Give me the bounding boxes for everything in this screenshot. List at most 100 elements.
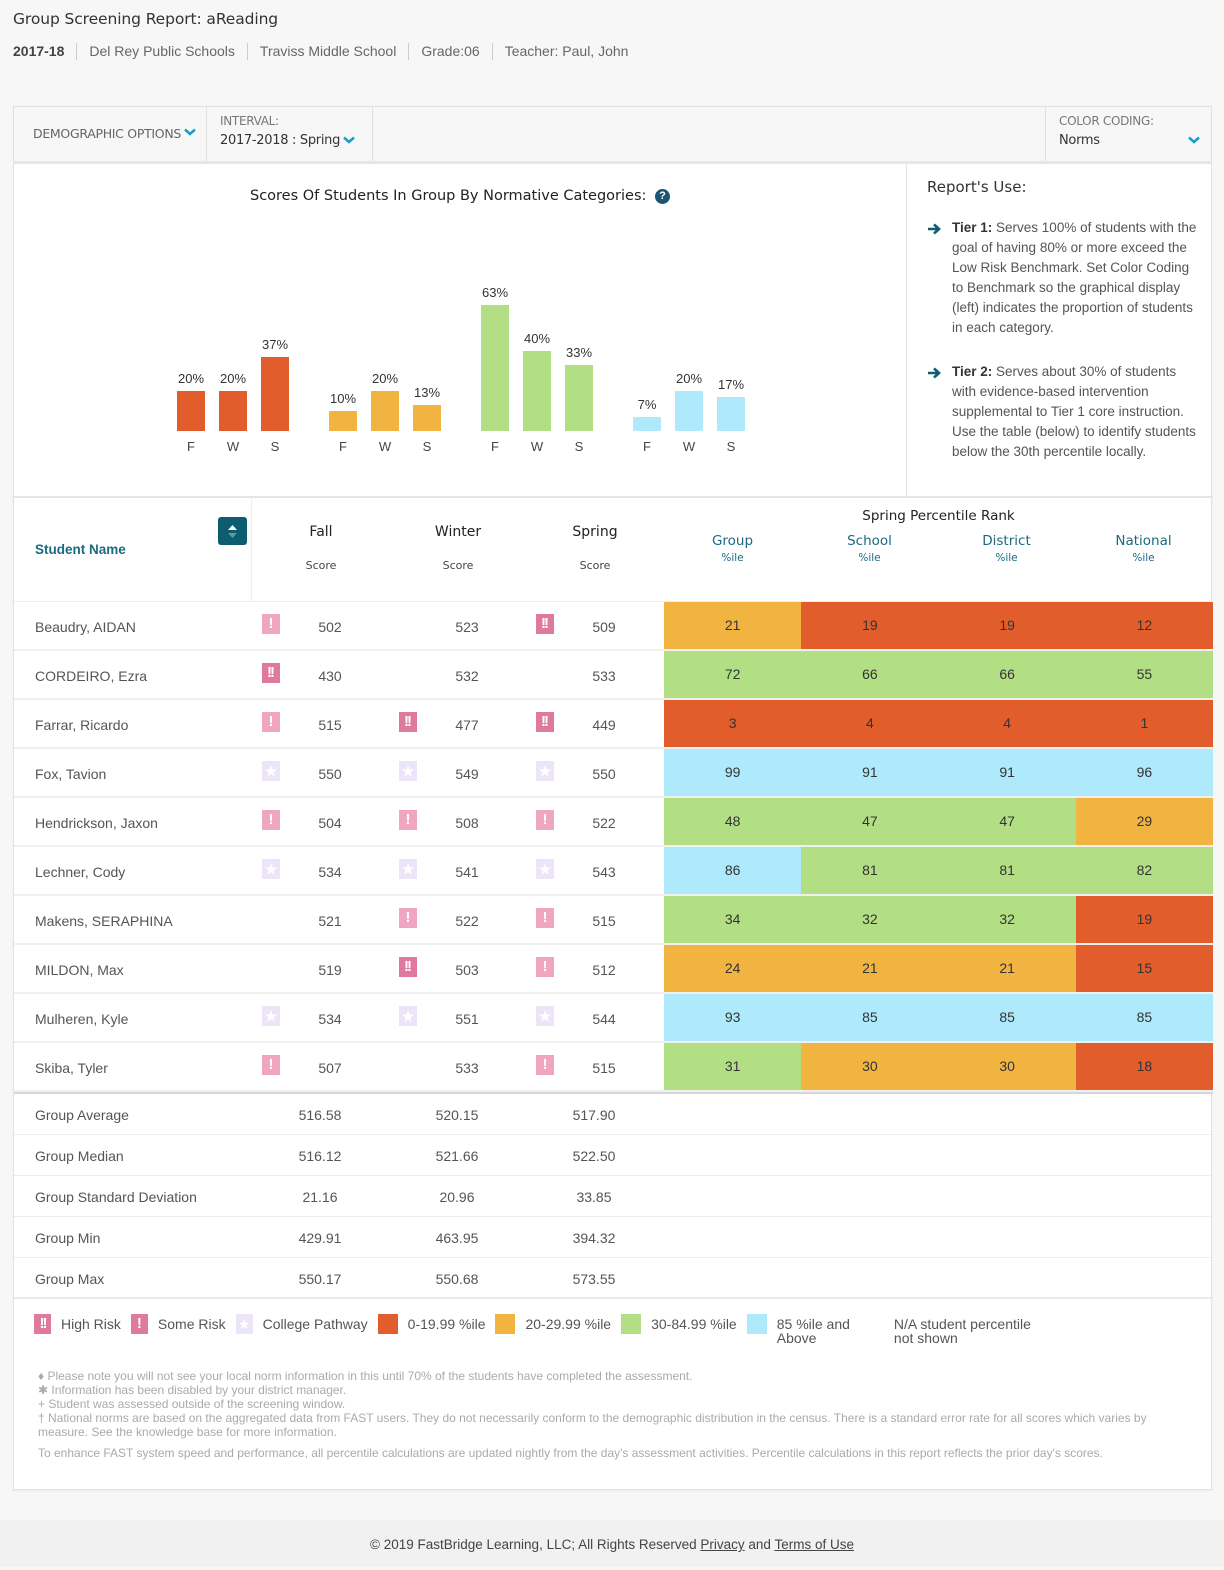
- national-pct-header: National: [1115, 533, 1172, 549]
- table-row[interactable]: Skiba, Tyler!! 507 533 515 31 30 30 18: [14, 1043, 1213, 1092]
- student-name[interactable]: Hendrickson, Jaxon: [35, 815, 158, 831]
- stat-row: Group Min 429.91 463.95 394.32: [14, 1217, 1213, 1258]
- score-spring: 515: [592, 913, 616, 929]
- some-risk-icon: !: [262, 614, 280, 634]
- fall-header: Fall: [309, 524, 333, 540]
- student-name[interactable]: CORDEIRO, Ezra: [35, 668, 147, 684]
- bar-3-w: [675, 391, 703, 431]
- bar-3-f: [633, 417, 661, 431]
- stat-value: 521.66: [435, 1148, 479, 1164]
- copyright-text: © 2019 FastBridge Learning, LLC; All Rig…: [370, 1537, 701, 1552]
- legend-label: N/A student percentile not shown: [894, 1314, 1031, 1345]
- percentile-cells: 31 30 30 18: [664, 1043, 1213, 1090]
- bar-0-s: [261, 357, 289, 431]
- x-tick-label: W: [531, 439, 544, 454]
- chevron-down-icon: [343, 136, 355, 144]
- report-use-panel: Report's Use: Tier 1: Serves 100% of stu…: [906, 164, 1213, 496]
- bar-value-label: 33%: [566, 345, 592, 360]
- percentile-group: 34: [664, 896, 802, 943]
- group-stats: Group Average 516.58 520.15 517.90 Group Med…: [14, 1094, 1213, 1299]
- table-row[interactable]: Fox, Tavion ★ ★ ★ 550 549 550 99 91 91 96: [14, 749, 1213, 798]
- stat-row: Group Median 516.12 521.66 522.50: [14, 1135, 1213, 1176]
- x-tick-label: W: [683, 439, 696, 454]
- student-name[interactable]: Makens, SERAPHINA: [35, 913, 173, 929]
- score-spring: 533: [592, 668, 616, 684]
- percentile-national: 96: [1075, 749, 1213, 796]
- stat-value: 21.16: [302, 1189, 338, 1205]
- bar-value-label: 10%: [330, 391, 356, 406]
- student-name[interactable]: MILDON, Max: [35, 962, 124, 978]
- table-row[interactable]: Beaudry, AIDAN!!! 502 523 509 21 19 19 12: [14, 602, 1213, 651]
- chevron-down-icon: [1188, 136, 1200, 144]
- x-tick-label: S: [423, 439, 432, 454]
- student-name[interactable]: Beaudry, AIDAN: [35, 619, 136, 635]
- note-performance: To enhance FAST system speed and perform…: [38, 1446, 1103, 1460]
- color-coding-dropdown[interactable]: COLOR CODING: Norms: [1045, 107, 1211, 161]
- high-risk-icon: !!: [536, 712, 554, 732]
- student-name[interactable]: Lechner, Cody: [35, 864, 125, 880]
- table-row[interactable]: Lechner, Cody ★ ★ ★ 534 541 543 86 81 81 82: [14, 847, 1213, 896]
- percentile-school: 19: [801, 602, 939, 649]
- student-name[interactable]: Mulheren, Kyle: [35, 1011, 128, 1027]
- student-name[interactable]: Farrar, Ricardo: [35, 717, 128, 733]
- legend-label: 0-19.99 %ile: [407, 1316, 486, 1332]
- percentile-group: 21: [664, 602, 802, 649]
- x-tick-label: F: [491, 439, 499, 454]
- percentile-national: 82: [1075, 847, 1213, 894]
- national-pct-subheader: %ile: [1132, 552, 1155, 564]
- school-pct-subheader: %ile: [858, 552, 881, 564]
- stat-value: 463.95: [435, 1230, 479, 1246]
- percentile-school: 81: [801, 847, 939, 894]
- bar-1-s: [413, 405, 441, 431]
- stat-label: Group Min: [35, 1230, 101, 1246]
- bar-1-f: [329, 411, 357, 431]
- spring-percentile-rank-header: Spring Percentile Rank: [862, 508, 1015, 524]
- divider: [14, 1297, 1213, 1299]
- stat-value: 573.55: [572, 1271, 616, 1287]
- percentile-district: 81: [938, 847, 1076, 894]
- star-icon: ★: [262, 761, 280, 781]
- color-swatch: [495, 1314, 516, 1334]
- table-row[interactable]: Makens, SERAPHINA!! 521 522 515 34 32 32 19: [14, 896, 1213, 945]
- percentile-group: 3: [664, 700, 802, 747]
- color-swatch: [377, 1314, 398, 1334]
- student-name[interactable]: Fox, Tavion: [35, 766, 106, 782]
- score-spring: 449: [592, 717, 616, 733]
- sort-button[interactable]: [218, 517, 247, 545]
- color-swatch: [621, 1314, 642, 1334]
- privacy-link[interactable]: Privacy: [700, 1537, 744, 1552]
- percentile-district: 32: [938, 896, 1076, 943]
- table-row[interactable]: MILDON, Max!!! 519 503 512 24 21 21 15: [14, 945, 1213, 994]
- bar-value-label: 20%: [178, 371, 204, 386]
- score-fall: 550: [318, 766, 342, 782]
- footnotes: ♦ Please note you will not see your loca…: [38, 1369, 1188, 1460]
- legend-label-line: Above: [776, 1330, 817, 1346]
- demographic-options-dropdown[interactable]: DEMOGRAPHIC OPTIONS: [14, 107, 207, 161]
- stat-value: 520.15: [435, 1107, 479, 1123]
- table-row[interactable]: Hendrickson, Jaxon!!! 504 508 522 48 47 47 29: [14, 798, 1213, 847]
- table-row[interactable]: Mulheren, Kyle ★ ★ ★ 534 551 544 93 85 85 85: [14, 994, 1213, 1043]
- score-spring: 512: [592, 962, 616, 978]
- score-fall: 519: [318, 962, 342, 978]
- color-swatch: [746, 1314, 767, 1334]
- interval-dropdown[interactable]: INTERVAL: 2017-2018 : Spring: [207, 107, 373, 161]
- student-name-header[interactable]: Student Name: [35, 542, 126, 557]
- normative-chart: Scores Of Students In Group By Normative…: [14, 164, 906, 496]
- note-outside-window: + Student was assessed outside of the sc…: [38, 1397, 346, 1411]
- bar-value-label: 13%: [414, 385, 440, 400]
- score-winter: 551: [455, 1011, 479, 1027]
- percentile-district: 19: [938, 602, 1076, 649]
- score-fall: 430: [318, 668, 342, 684]
- arrow-right-icon: [927, 365, 941, 385]
- table-row[interactable]: CORDEIRO, Ezra!! 430 532 533 72 66 66 55: [14, 651, 1213, 700]
- percentile-cells: 21 19 19 12: [664, 602, 1213, 649]
- stat-row: Group Standard Deviation 21.16 20.96 33.85: [14, 1176, 1213, 1217]
- student-name[interactable]: Skiba, Tyler: [35, 1060, 108, 1076]
- stat-value: 517.90: [572, 1107, 616, 1123]
- table-row[interactable]: Farrar, Ricardo!!!!! 515 477 449 3 4 4 1: [14, 700, 1213, 749]
- percentile-cells: 99 91 91 96: [664, 749, 1213, 796]
- tier-2-label: Tier 2:: [952, 364, 993, 379]
- terms-link[interactable]: Terms of Use: [774, 1537, 854, 1552]
- score-spring: 543: [592, 864, 616, 880]
- bar-value-label: 17%: [718, 377, 744, 392]
